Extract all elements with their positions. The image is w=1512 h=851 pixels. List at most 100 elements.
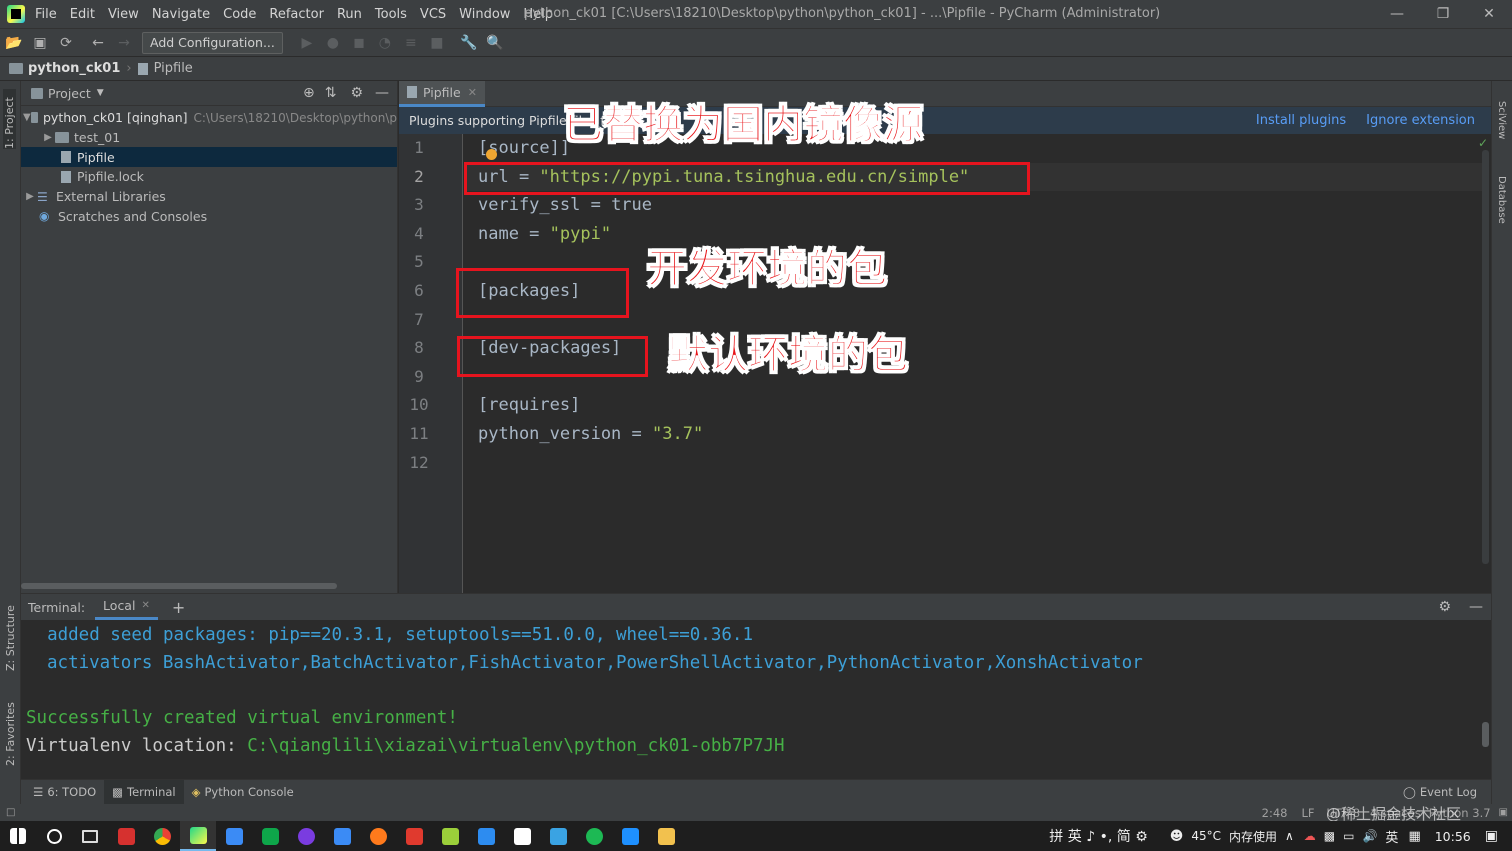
menu-run[interactable]: Run — [337, 7, 362, 22]
keyboard-icon[interactable]: ▦ — [1408, 829, 1420, 844]
close-tab-icon[interactable]: ✕ — [468, 86, 477, 99]
sciview-tool-tab[interactable]: SciView — [1496, 101, 1507, 139]
terminal-tab-local[interactable]: Local ✕ — [95, 594, 158, 620]
stop-icon[interactable]: ■ — [425, 31, 449, 55]
tree-item-scratches[interactable]: ◉ Scratches and Consoles — [21, 206, 397, 226]
ime-indicator[interactable]: 拼 英 ♪ •, 简 ⚙ — [1049, 826, 1147, 846]
structure-tool-tab[interactable]: Z: Structure — [4, 601, 17, 671]
lock-icon[interactable]: ▣ — [1499, 807, 1508, 818]
back-arrow-icon[interactable]: ← — [86, 31, 110, 55]
horizontal-scrollbar[interactable] — [21, 583, 337, 589]
tree-item-project-root[interactable]: ▼ python_ck01 [qinghan] C:\Users\18210\D… — [21, 108, 397, 128]
tree-item-external-libraries[interactable]: ▶ ☰ External Libraries — [21, 187, 397, 207]
menu-tools[interactable]: Tools — [375, 7, 407, 22]
taskbar-app-icon[interactable] — [504, 821, 540, 851]
expand-arrow-icon[interactable]: ▶ — [23, 191, 37, 202]
python-console-tool-tab[interactable]: ◈ Python Console — [184, 780, 302, 805]
profile-icon[interactable]: ◔ — [373, 31, 397, 55]
menu-window[interactable]: Window — [459, 7, 510, 22]
taskbar-app-icon[interactable] — [540, 821, 576, 851]
restore-icon[interactable]: ❐ — [1420, 0, 1466, 28]
hide-panel-icon[interactable]: — — [1469, 599, 1483, 615]
file-explorer-icon[interactable] — [648, 821, 684, 851]
open-folder-icon[interactable]: 📂 — [2, 31, 26, 55]
coverage-icon[interactable]: ◼ — [347, 31, 371, 55]
ignore-extension-link[interactable]: Ignore extension — [1366, 113, 1475, 128]
caret-position[interactable]: 2:48 — [1262, 806, 1288, 820]
firefox-icon[interactable] — [360, 821, 396, 851]
user-icon[interactable]: ☻ — [1170, 829, 1184, 844]
terminal-tool-tab[interactable]: ▩ Terminal — [104, 779, 184, 805]
gear-icon[interactable]: ⚙ — [1438, 599, 1451, 615]
taskbar-app-icon[interactable] — [216, 821, 252, 851]
network-icon[interactable]: ▩ — [1324, 829, 1335, 843]
tab-pipfile[interactable]: Pipfile ✕ — [399, 80, 485, 107]
toggle-panels-icon[interactable]: □ — [6, 807, 15, 818]
taskbar-app-icon[interactable] — [432, 821, 468, 851]
pycharm-taskbar-icon[interactable] — [180, 821, 216, 851]
terminal-scrollbar[interactable] — [1482, 722, 1489, 747]
todo-tool-tab[interactable]: ☰ 6: TODO — [25, 780, 104, 805]
collapse-all-icon[interactable]: ⇅ — [325, 85, 337, 101]
menu-navigate[interactable]: Navigate — [152, 7, 210, 22]
menu-refactor[interactable]: Refactor — [269, 7, 324, 22]
run-icon[interactable]: ▶ — [295, 31, 319, 55]
sync-icon[interactable]: ⟳ — [54, 31, 78, 55]
taskbar-app-icon[interactable] — [324, 821, 360, 851]
intention-bulb-icon[interactable] — [486, 149, 497, 160]
windows-start-icon[interactable] — [0, 821, 36, 851]
notification-icon[interactable]: ▣ — [1485, 828, 1498, 844]
save-icon[interactable]: ▣ — [28, 31, 52, 55]
cloud-icon[interactable]: ☁ — [1304, 829, 1316, 843]
taskbar-app-icon[interactable] — [468, 821, 504, 851]
new-terminal-icon[interactable]: + — [172, 598, 185, 617]
project-tool-tab[interactable]: 1: Project — [3, 89, 16, 149]
tree-item-pipfile-lock[interactable]: Pipfile.lock — [21, 167, 397, 187]
task-view-icon[interactable] — [72, 821, 108, 851]
favorites-tool-tab[interactable]: 2: Favorites — [4, 696, 17, 766]
wrench-icon[interactable]: 🔧 — [457, 31, 481, 55]
taskbar-app-icon[interactable] — [108, 821, 144, 851]
hide-panel-icon[interactable]: — — [375, 85, 389, 101]
menu-edit[interactable]: Edit — [70, 7, 95, 22]
breadcrumb-file[interactable]: Pipfile — [154, 61, 193, 76]
breadcrumb-project[interactable]: python_ck01 — [28, 61, 120, 76]
memory-usage[interactable]: 内存使用 — [1229, 828, 1277, 845]
menu-view[interactable]: View — [108, 7, 139, 22]
chrome-icon[interactable] — [144, 821, 180, 851]
battery-icon[interactable]: ▭ — [1343, 829, 1354, 843]
wechat-icon[interactable] — [252, 821, 288, 851]
volume-icon[interactable]: 🔊 — [1362, 829, 1377, 843]
tray-expand-icon[interactable]: ∧ — [1285, 829, 1294, 843]
inspection-ok-icon[interactable]: ✓ — [1478, 136, 1488, 150]
clock[interactable]: 10:56 — [1435, 829, 1471, 844]
chevron-down-icon[interactable]: ▼ — [97, 88, 104, 98]
project-view-selector[interactable]: Project — [48, 86, 91, 101]
event-log-tool-tab[interactable]: ◯ Event Log — [1395, 780, 1485, 805]
locate-icon[interactable]: ⊕ — [303, 85, 315, 101]
menu-vcs[interactable]: VCS — [420, 7, 446, 22]
debug-icon[interactable]: ● — [321, 31, 345, 55]
menu-code[interactable]: Code — [223, 7, 256, 22]
minimize-icon[interactable]: — — [1374, 0, 1420, 28]
close-tab-icon[interactable]: ✕ — [141, 600, 149, 611]
tree-item-pipfile[interactable]: Pipfile — [21, 147, 397, 168]
gear-icon[interactable]: ⚙ — [350, 85, 363, 101]
taskbar-app-icon[interactable] — [288, 821, 324, 851]
line-separator[interactable]: LF — [1301, 806, 1314, 820]
language-indicator[interactable]: 英 — [1385, 827, 1398, 846]
editor-scrollbar[interactable] — [1482, 150, 1489, 564]
search-icon[interactable] — [36, 821, 72, 851]
install-plugins-link[interactable]: Install plugins — [1256, 113, 1346, 128]
expand-arrow-icon[interactable]: ▼ — [23, 112, 31, 123]
tree-item-test-01[interactable]: ▶ test_01 — [21, 128, 397, 148]
menu-file[interactable]: File — [35, 7, 57, 22]
taskbar-app-icon[interactable] — [612, 821, 648, 851]
taskbar-app-icon[interactable] — [576, 821, 612, 851]
database-tool-tab[interactable]: Database — [1496, 176, 1507, 224]
forward-arrow-icon[interactable]: → — [112, 31, 136, 55]
expand-arrow-icon[interactable]: ▶ — [41, 132, 55, 143]
taskbar-app-icon[interactable] — [396, 821, 432, 851]
concurrency-icon[interactable]: ≡ — [399, 31, 423, 55]
add-configuration-button[interactable]: Add Configuration... — [142, 31, 283, 54]
